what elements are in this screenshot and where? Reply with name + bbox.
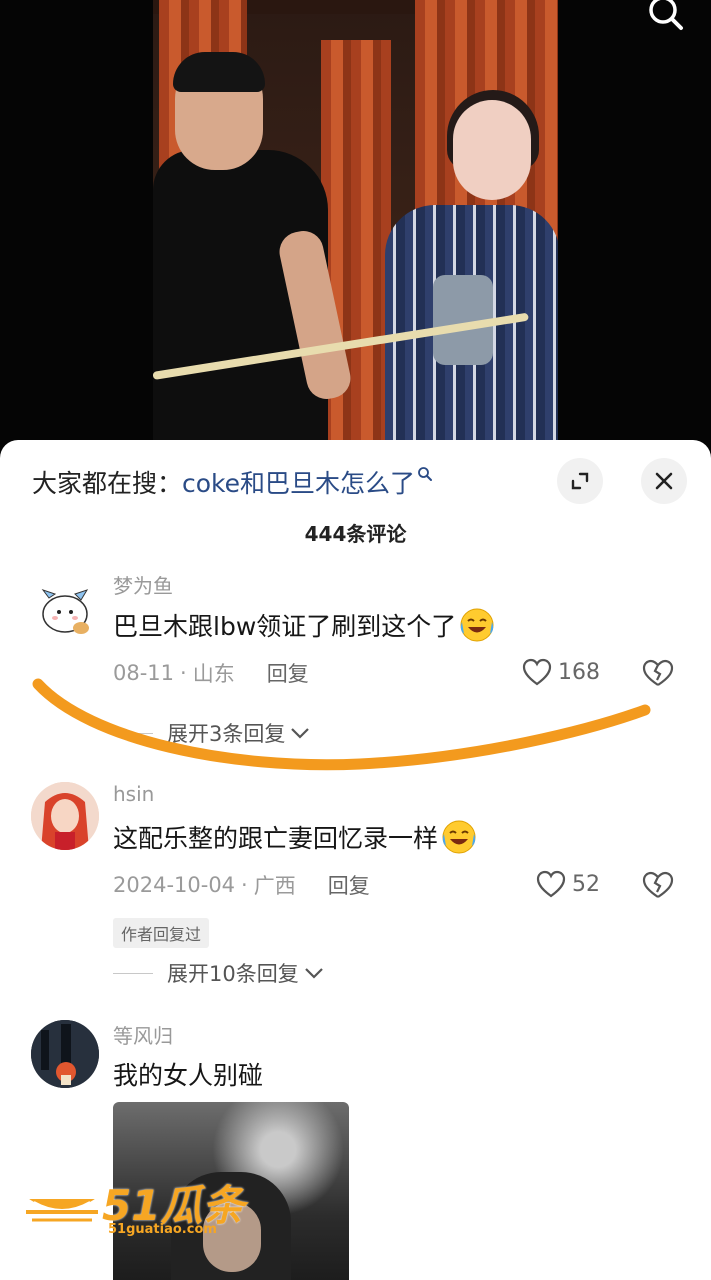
expand-replies-label: 展开10条回复 xyxy=(167,962,299,986)
comment-username[interactable]: hsin xyxy=(113,782,154,806)
chevron-down-icon xyxy=(304,968,323,979)
search-suggestion-term[interactable]: coke和巴旦木怎么了 xyxy=(182,464,415,500)
expand-icon xyxy=(571,472,589,490)
comment-date: 2024-10-04 xyxy=(113,873,236,897)
broken-heart-icon xyxy=(642,659,674,686)
reply-button[interactable]: 回复 xyxy=(267,658,309,688)
comment-username[interactable]: 梦为鱼 xyxy=(113,570,173,599)
comment-date: 08-11 xyxy=(113,661,175,685)
expand-replies-button[interactable]: 展开3条回复 xyxy=(113,718,311,748)
expand-replies-button[interactable]: 展开10条回复 xyxy=(113,958,325,988)
woman-head xyxy=(453,100,531,200)
search-suggestion[interactable]: 大家都在搜： coke和巴旦木怎么了 xyxy=(32,462,433,502)
reply-button[interactable]: 回复 xyxy=(328,870,370,900)
comment-count: 444条评论 xyxy=(304,522,407,546)
comment-text: 我的女人别碰 xyxy=(113,1056,263,1092)
video-player[interactable] xyxy=(0,0,711,470)
heart-icon xyxy=(536,870,566,898)
comment-meta: 2024-10-04 · 广西 回复 xyxy=(113,870,370,900)
like-count: 168 xyxy=(558,659,600,685)
like-button[interactable]: 168 xyxy=(522,658,600,686)
comment-location: 山东 xyxy=(192,662,235,686)
comment-meta: 08-11 · 山东 回复 xyxy=(113,658,309,688)
search-icon xyxy=(649,0,683,30)
close-icon xyxy=(655,472,673,490)
search-button[interactable] xyxy=(643,0,687,36)
heart-icon xyxy=(522,658,552,686)
like-button[interactable]: 52 xyxy=(536,870,600,898)
comment-sheet: 大家都在搜： coke和巴旦木怎么了 444条评论 梦为鱼 巴旦木跟lbw领证了… xyxy=(0,440,711,1280)
like-count: 52 xyxy=(572,871,600,897)
comment-text: 这配乐整的跟亡妻回忆录一样 xyxy=(113,818,478,856)
comment-text: 巴旦木跟lbw领证了刷到这个了 xyxy=(113,606,496,644)
avatar[interactable] xyxy=(31,782,99,850)
comment-text-body: 这配乐整的跟亡妻回忆录一样 xyxy=(113,824,439,853)
expand-sheet-button[interactable] xyxy=(557,458,603,504)
crying-laughing-emoji-icon xyxy=(440,818,478,856)
dislike-button[interactable] xyxy=(641,870,675,902)
comment-text-body: 巴旦木跟lbw领证了刷到这个了 xyxy=(113,612,457,641)
dislike-button[interactable] xyxy=(641,658,675,690)
comment-image[interactable] xyxy=(113,1102,349,1280)
search-suggestion-prefix: 大家都在搜： xyxy=(32,469,183,498)
avatar[interactable] xyxy=(31,1020,99,1088)
comment-text-body: 我的女人别碰 xyxy=(113,1061,264,1090)
broken-heart-icon xyxy=(642,871,674,898)
search-icon xyxy=(417,466,433,487)
comment-location: 广西 xyxy=(253,874,296,898)
video-frame xyxy=(153,0,558,470)
close-button[interactable] xyxy=(641,458,687,504)
expand-replies-label: 展开3条回复 xyxy=(167,722,286,746)
author-replied-badge: 作者回复过 xyxy=(113,918,210,948)
crying-laughing-emoji-icon xyxy=(458,606,496,644)
comment-username[interactable]: 等风归 xyxy=(113,1020,173,1049)
chevron-down-icon xyxy=(291,728,310,739)
avatar[interactable] xyxy=(31,576,99,644)
